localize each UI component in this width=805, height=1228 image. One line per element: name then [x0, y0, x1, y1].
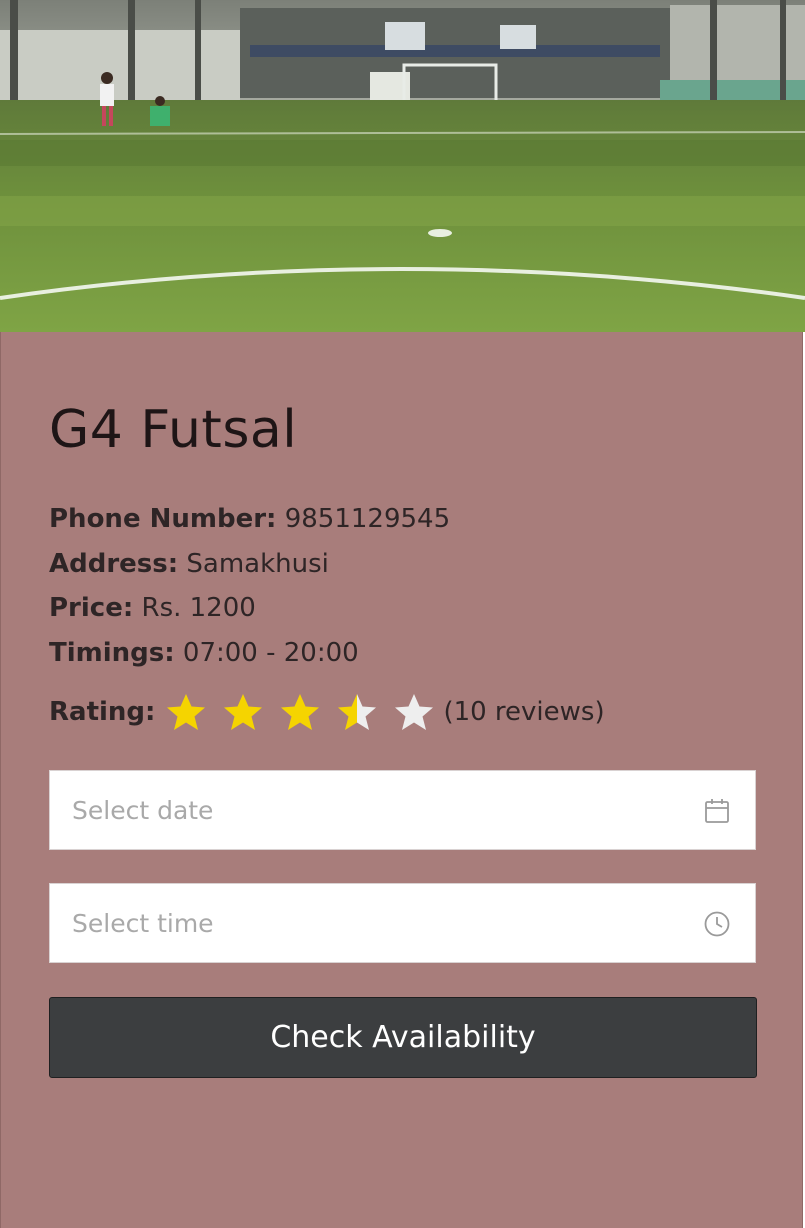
time-input[interactable] — [50, 884, 670, 962]
check-availability-button[interactable]: Check Availability — [49, 997, 757, 1078]
address-label: Address: — [49, 549, 179, 579]
price-label: Price: — [49, 593, 134, 623]
phone-label: Phone Number: — [49, 504, 277, 534]
rating-stars — [163, 692, 448, 732]
star-icon — [338, 694, 377, 730]
price-row: Price: Rs. 1200 — [49, 593, 749, 623]
address-row: Address: Samakhusi — [49, 549, 749, 579]
date-field[interactable] — [49, 770, 756, 850]
clock-icon[interactable] — [703, 910, 731, 938]
rating-label: Rating: — [49, 697, 156, 727]
star-icon — [395, 694, 434, 730]
phone-value: 9851129545 — [284, 504, 451, 534]
reviews-count: (10 reviews) — [443, 697, 605, 727]
rating-row: Rating: (10 reviews) — [49, 692, 749, 732]
star-icon — [167, 694, 206, 730]
venue-detail-card: G4 Futsal Phone Number: 9851129545 Addre… — [0, 332, 803, 1228]
venue-title: G4 Futsal — [49, 400, 298, 460]
phone-row: Phone Number: 9851129545 — [49, 504, 749, 534]
star-icon — [281, 694, 320, 730]
calendar-icon[interactable] — [703, 797, 731, 825]
venue-photo — [0, 0, 805, 332]
price-value: Rs. 1200 — [141, 593, 256, 623]
date-input[interactable] — [50, 771, 670, 849]
time-field[interactable] — [49, 883, 756, 963]
address-value: Samakhusi — [186, 549, 329, 579]
timings-row: Timings: 07:00 - 20:00 — [49, 638, 749, 668]
timings-label: Timings: — [49, 638, 175, 668]
futsal-court-image — [0, 0, 805, 332]
timings-value: 07:00 - 20:00 — [182, 638, 359, 668]
star-icon — [224, 694, 263, 730]
